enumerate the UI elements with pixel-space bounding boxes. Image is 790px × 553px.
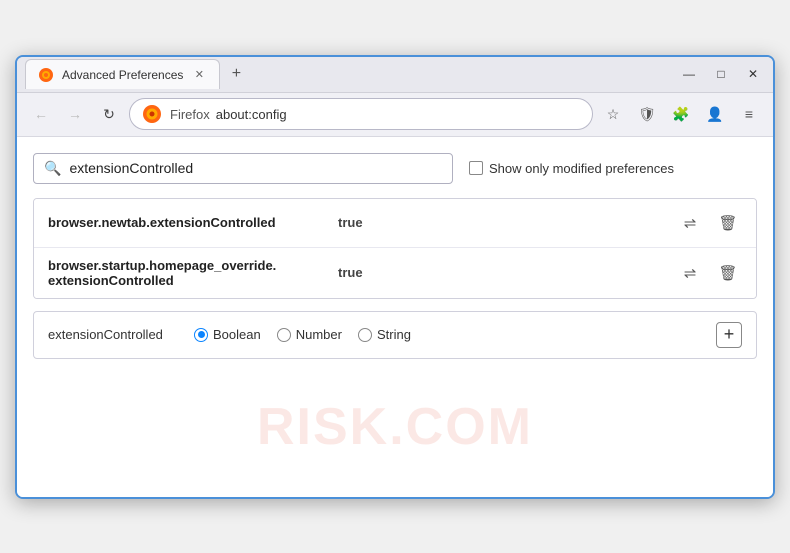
pref-name-1: browser.newtab.extensionControlled [48,215,328,230]
radio-boolean-circle [194,328,208,342]
star-icon: ☆ [607,106,620,123]
radio-boolean[interactable]: Boolean [194,327,261,342]
radio-number[interactable]: Number [277,327,342,342]
profile-button[interactable]: 👤 [701,100,729,128]
person-icon: 👤 [706,106,723,123]
search-input[interactable] [69,160,442,176]
toolbar: ← → ↻ Firefox about:config ☆ 🛡 🧩 [17,93,773,137]
delete-button-1[interactable]: 🗑 [714,209,742,237]
reload-button[interactable]: ↻ [95,100,123,128]
page-content: 🔍 Show only modified preferences browser… [17,137,773,497]
pref-name-2-wrapper: browser.startup.homepage_override. exten… [48,258,328,288]
firefox-logo-icon [142,104,162,124]
extension-button[interactable]: 🧩 [667,100,695,128]
watermark: RISK.COM [257,397,533,457]
window-close-button[interactable]: ✕ [741,62,765,86]
trash-icon-1: 🗑 [718,214,737,232]
show-modified-label: Show only modified preferences [489,161,674,176]
pref-name-2b: extensionControlled [48,273,328,288]
tab-strip: Advanced Preferences ✕ + [25,59,677,89]
browser-name-label: Firefox [170,107,210,122]
radio-number-circle [277,328,291,342]
toggle-button-1[interactable]: ⇌ [676,209,704,237]
new-pref-name: extensionControlled [48,327,178,342]
radio-boolean-label: Boolean [213,327,261,342]
tab-close-button[interactable]: ✕ [191,67,207,83]
type-radio-group: Boolean Number String [194,327,700,342]
row-2-actions: ⇌ 🗑 [676,259,742,287]
firefox-tab-icon [38,67,54,83]
radio-number-label: Number [296,327,342,342]
tab-label: Advanced Preferences [62,68,183,82]
toolbar-icons: ☆ 🛡 🧩 👤 ≡ [599,100,763,128]
shield-icon: 🛡 [638,106,656,123]
delete-button-2[interactable]: 🗑 [714,259,742,287]
arrows-icon-1: ⇌ [684,214,697,232]
radio-string-label: String [377,327,411,342]
radio-string[interactable]: String [358,327,411,342]
row-1-actions: ⇌ 🗑 [676,209,742,237]
pref-value-2: true [338,265,666,280]
address-bar[interactable]: Firefox about:config [129,98,593,130]
hamburger-icon: ≡ [745,106,753,122]
active-tab[interactable]: Advanced Preferences ✕ [25,59,220,89]
add-preference-row: extensionControlled Boolean Number Strin… [33,311,757,359]
minimize-button[interactable]: — [677,62,701,86]
restore-button[interactable]: □ [709,62,733,86]
shield-button[interactable]: 🛡 [633,100,661,128]
add-pref-button[interactable]: + [716,322,742,348]
pref-value-1: true [338,215,666,230]
puzzle-icon: 🧩 [672,106,689,123]
menu-button[interactable]: ≡ [735,100,763,128]
back-button[interactable]: ← [27,100,55,128]
bookmark-star-button[interactable]: ☆ [599,100,627,128]
trash-icon-2: 🗑 [718,264,737,282]
browser-window: Advanced Preferences ✕ + — □ ✕ ← → ↻ Fir… [15,55,775,499]
search-icon: 🔍 [44,160,61,177]
forward-button[interactable]: → [61,100,89,128]
address-text[interactable]: about:config [216,107,582,122]
toggle-button-2[interactable]: ⇌ [676,259,704,287]
title-bar: Advanced Preferences ✕ + — □ ✕ [17,57,773,93]
new-tab-button[interactable]: + [224,62,248,86]
arrows-icon-2: ⇌ [684,264,697,282]
search-bar-wrapper: 🔍 Show only modified preferences [33,153,757,184]
radio-string-circle [358,328,372,342]
window-controls: — □ ✕ [677,62,765,86]
results-table: browser.newtab.extensionControlled true … [33,198,757,299]
show-modified-checkbox[interactable] [469,161,483,175]
pref-name-2a: browser.startup.homepage_override. [48,258,328,273]
table-row: browser.startup.homepage_override. exten… [34,248,756,298]
table-row: browser.newtab.extensionControlled true … [34,199,756,248]
search-input-box[interactable]: 🔍 [33,153,453,184]
show-modified-wrapper: Show only modified preferences [469,161,674,176]
